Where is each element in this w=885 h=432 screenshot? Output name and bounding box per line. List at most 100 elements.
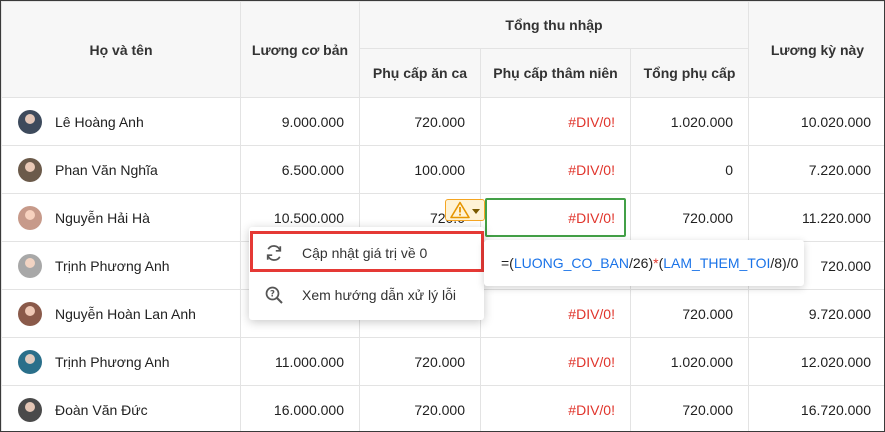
cell-total-allowance[interactable]: 720.000 <box>630 289 749 338</box>
avatar <box>18 253 42 278</box>
svg-text:?: ? <box>270 290 275 300</box>
cell-value: 100.000 <box>414 161 465 178</box>
cell-base-salary[interactable]: 9.000.000 <box>240 97 360 146</box>
cell-base-salary[interactable]: 16.000.000 <box>240 385 360 431</box>
cell-period-salary[interactable]: 12.020.000 <box>748 337 884 386</box>
cell-value: 1.020.000 <box>670 113 733 130</box>
cell-value: 11.220.000 <box>801 209 871 226</box>
cell-value: 10.020.000 <box>800 113 871 130</box>
cell-period-salary[interactable]: 11.220.000 <box>748 193 884 242</box>
employee-name: Trịnh Phương Anh <box>55 257 170 274</box>
header-base-salary[interactable]: Lương cơ bản <box>240 1 360 98</box>
cell-value: 16.000.000 <box>273 401 344 418</box>
cell-value: 6.500.000 <box>281 161 344 178</box>
cell-value: #DIV/0! <box>568 353 615 370</box>
cell-total-allowance[interactable]: 1.020.000 <box>630 97 749 146</box>
cell-value: 9.000.000 <box>281 113 344 130</box>
menu-item-label: Xem hướng dẫn xử lý lỗi <box>302 287 456 303</box>
cell-seniority-allowance[interactable]: #DIV/0! <box>480 337 631 386</box>
refresh-icon <box>263 242 285 264</box>
cell-value: 720.000 <box>820 257 871 274</box>
warning-icon <box>450 201 470 219</box>
table-row: Phan Văn Nghĩa 6.500.000 100.000 #DIV/0! 0 7.… <box>1 145 884 194</box>
header-total-allowance[interactable]: Tổng phụ cấp <box>630 48 749 98</box>
menu-item-error-help[interactable]: ? Xem hướng dẫn xử lý lỗi <box>249 274 484 316</box>
cell-total-allowance[interactable]: 0 <box>630 145 749 194</box>
cell-value: 9.720.000 <box>808 305 871 322</box>
employee-name: Đoàn Văn Đức <box>55 401 148 418</box>
cell-period-salary[interactable]: 16.720.000 <box>748 385 884 431</box>
cell-period-salary[interactable]: 7.220.000 <box>748 145 884 194</box>
cell-value: #DIV/0! <box>568 161 615 178</box>
cell-base-salary[interactable]: 11.000.000 <box>240 337 360 386</box>
cell-name[interactable]: Lê Hoàng Anh <box>1 97 241 146</box>
menu-item-reset-to-zero[interactable]: Cập nhật giá trị về 0 <box>249 232 484 274</box>
employee-name: Nguyễn Hải Hà <box>55 209 150 226</box>
cell-value: 11.000.000 <box>274 353 344 370</box>
cell-value: #DIV/0! <box>568 305 615 322</box>
cell-value: #DIV/0! <box>568 113 615 130</box>
header-meal-allowance[interactable]: Phụ cấp ăn ca <box>359 48 481 98</box>
search-help-icon: ? <box>263 284 285 306</box>
cell-value: 720.000 <box>682 401 733 418</box>
chevron-down-icon <box>472 208 480 214</box>
table-row: Trịnh Phương Anh 11.000.000 720.000 #DIV/0!… <box>1 337 884 386</box>
cell-meal-allowance[interactable]: 720.000 <box>359 385 481 431</box>
cell-seniority-allowance[interactable]: #DIV/0! <box>480 289 631 338</box>
avatar <box>18 349 42 374</box>
cell-value: 7.220.000 <box>808 161 871 178</box>
formula-reference: LUONG_CO_BAN <box>513 255 629 271</box>
cell-value: 720.000 <box>682 305 733 322</box>
error-warning-button[interactable] <box>445 199 485 221</box>
header-name[interactable]: Họ và tên <box>1 1 241 98</box>
formula-text: /8)/0 <box>770 255 799 271</box>
cell-meal-allowance[interactable]: 100.000 <box>359 145 481 194</box>
cell-name[interactable]: Nguyễn Hoàn Lan Anh <box>1 289 241 338</box>
formula-text: =( <box>501 255 514 271</box>
cell-total-allowance[interactable]: 1.020.000 <box>630 337 749 386</box>
header-period-salary[interactable]: Lương kỳ này <box>748 1 884 98</box>
cell-value: 720.000 <box>682 209 733 226</box>
cell-value: 720.000 <box>414 353 465 370</box>
formula-reference: LAM_THEM_TOI <box>663 255 771 271</box>
formula-tooltip: =(LUONG_CO_BAN/26) *(LAM_THEM_TOI/8)/0 <box>484 240 804 286</box>
cell-total-allowance[interactable]: 720.000 <box>630 385 749 431</box>
cell-name[interactable]: Trịnh Phương Anh <box>1 241 241 290</box>
avatar <box>18 157 42 182</box>
table-row: Lê Hoàng Anh 9.000.000 720.000 #DIV/0! 1.020… <box>1 97 884 146</box>
cell-seniority-allowance[interactable]: #DIV/0! <box>480 193 631 242</box>
employee-name: Phan Văn Nghĩa <box>55 161 158 178</box>
payroll-window: Họ và tên Lương cơ bản Tổng thu nhập Lươ… <box>0 0 885 432</box>
cell-value: 16.720.000 <box>800 401 871 418</box>
cell-meal-allowance[interactable]: 720.000 <box>359 97 481 146</box>
formula-text: /26) <box>629 255 654 271</box>
avatar <box>18 205 42 230</box>
cell-seniority-allowance[interactable]: #DIV/0! <box>480 97 631 146</box>
cell-value: 12.020.000 <box>800 353 871 370</box>
avatar <box>18 301 42 326</box>
cell-name[interactable]: Nguyễn Hải Hà <box>1 193 241 242</box>
cell-name[interactable]: Phan Văn Nghĩa <box>1 145 241 194</box>
cell-seniority-allowance[interactable]: #DIV/0! <box>480 145 631 194</box>
cell-meal-allowance[interactable]: 720.000 <box>359 337 481 386</box>
cell-period-salary[interactable]: 10.020.000 <box>748 97 884 146</box>
header-seniority-allowance[interactable]: Phụ cấp thâm niên <box>480 48 631 98</box>
error-context-menu: Cập nhật giá trị về 0 ? Xem hướng dẫn xử… <box>249 227 484 320</box>
menu-item-label: Cập nhật giá trị về 0 <box>302 245 428 261</box>
cell-value: #DIV/0! <box>568 209 615 226</box>
header-total-income[interactable]: Tổng thu nhập <box>359 1 749 49</box>
employee-name: Nguyễn Hoàn Lan Anh <box>55 305 196 322</box>
cell-value: 1.020.000 <box>670 353 733 370</box>
employee-name: Lê Hoàng Anh <box>55 113 144 130</box>
cell-seniority-allowance[interactable]: #DIV/0! <box>480 385 631 431</box>
table-row: Đoàn Văn Đức 16.000.000 720.000 #DIV/0! 720.… <box>1 385 884 431</box>
cell-value: 10.500.000 <box>273 209 344 226</box>
cell-name[interactable]: Trịnh Phương Anh <box>1 337 241 386</box>
cell-base-salary[interactable]: 6.500.000 <box>240 145 360 194</box>
cell-total-allowance[interactable]: 720.000 <box>630 193 749 242</box>
payroll-table: Họ và tên Lương cơ bản Tổng thu nhập Lươ… <box>1 1 884 431</box>
cell-value: 0 <box>725 161 733 178</box>
cell-name[interactable]: Đoàn Văn Đức <box>1 385 241 431</box>
cell-period-salary[interactable]: 9.720.000 <box>748 289 884 338</box>
cell-value: 720.000 <box>414 113 465 130</box>
